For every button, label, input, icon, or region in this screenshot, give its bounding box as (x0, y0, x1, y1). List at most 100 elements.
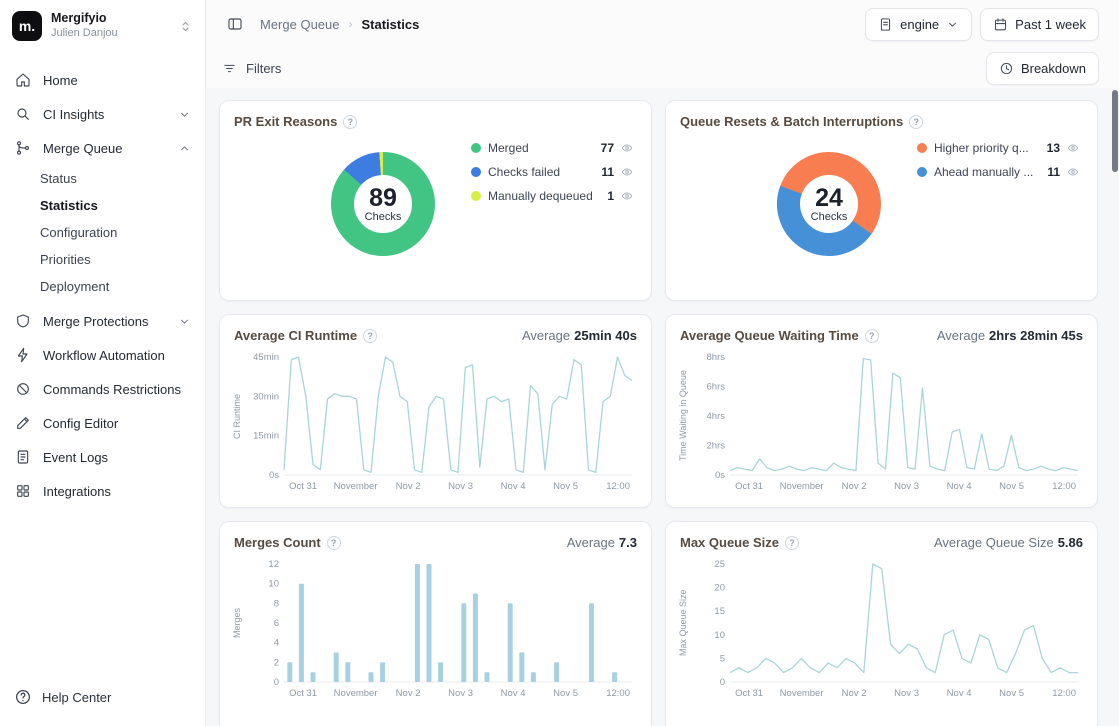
card-title: Max Queue Size ? (680, 535, 799, 550)
date-range-button[interactable]: Past 1 week (980, 8, 1099, 41)
block-icon (14, 380, 32, 398)
svg-text:5: 5 (720, 653, 725, 664)
legend-label: Higher priority q... (934, 141, 1040, 155)
sidebar-subitem-configuration[interactable]: Configuration (0, 219, 205, 246)
svg-text:0s: 0s (269, 470, 279, 481)
breadcrumb-statistics: Statistics (362, 17, 420, 32)
ci-runtime-line-chart: 0s15min30min45minOct 31NovemberNov 2Nov … (246, 351, 638, 498)
sidebar-item-workflow-automation[interactable]: Workflow Automation (0, 338, 205, 372)
date-range-label: Past 1 week (1015, 17, 1086, 32)
help-center-link[interactable]: Help Center (0, 680, 205, 714)
filters-label: Filters (246, 61, 281, 76)
merge-icon (14, 139, 32, 157)
help-icon[interactable]: ? (785, 536, 799, 550)
svg-text:Nov 2: Nov 2 (396, 481, 421, 492)
app: m. Mergifyio Julien Danjou Home CI Insigh… (0, 0, 1119, 726)
help-icon[interactable]: ? (363, 329, 377, 343)
legend-color-dot (917, 167, 927, 177)
home-icon (14, 71, 32, 89)
average-stat: Average7.3 (567, 535, 637, 550)
average-stat: Average Queue Size5.86 (934, 535, 1083, 550)
eye-icon[interactable] (621, 142, 633, 154)
card-average-queue-waiting-time: Average Queue Waiting Time ? Average2hrs… (665, 314, 1098, 508)
legend-color-dot (471, 167, 481, 177)
svg-text:2hrs: 2hrs (707, 441, 726, 452)
filters-button[interactable]: Filters (222, 61, 281, 76)
card-max-queue-size: Max Queue Size ? Average Queue Size5.86 … (665, 521, 1098, 726)
sidebar-item-commands-restrictions[interactable]: Commands Restrictions (0, 372, 205, 406)
svg-text:12:00: 12:00 (1052, 688, 1076, 699)
help-icon[interactable]: ? (343, 115, 357, 129)
engine-selector[interactable]: engine (865, 8, 972, 41)
sidebar-subitem-status[interactable]: Status (0, 165, 205, 192)
y-axis-label: Merges (232, 558, 242, 688)
breadcrumb: Merge Queue › Statistics (260, 17, 419, 32)
breakdown-button[interactable]: Breakdown (986, 52, 1099, 85)
eye-icon[interactable] (1067, 166, 1079, 178)
svg-text:4hrs: 4hrs (707, 411, 726, 422)
sidebar-item-label: Merge Protections (43, 314, 167, 329)
card-merges-count: Merges Count ? Average7.3 Merges 0246810… (219, 521, 652, 726)
card-pr-exit-reasons: PR Exit Reasons ? 89 Checks Merged77Chec… (219, 100, 652, 301)
legend-label: Merged (488, 141, 594, 155)
sidebar-item-ci-insights[interactable]: CI Insights (0, 97, 205, 131)
cards-grid: PR Exit Reasons ? 89 Checks Merged77Chec… (219, 100, 1099, 726)
legend-value: 77 (601, 141, 614, 155)
sidebar-item-label: CI Insights (43, 107, 167, 122)
sidebar-item-event-logs[interactable]: Event Logs (0, 440, 205, 474)
zap-icon (14, 346, 32, 364)
eye-icon[interactable] (621, 166, 633, 178)
svg-text:Nov 5: Nov 5 (999, 688, 1024, 699)
breadcrumb-merge-queue[interactable]: Merge Queue (260, 17, 340, 32)
sidebar-subitem-statistics[interactable]: Statistics (0, 192, 205, 219)
help-icon (14, 688, 32, 706)
average-stat: Average2hrs 28min 45s (937, 328, 1083, 343)
legend-label: Manually dequeued (488, 189, 600, 203)
sidebar-toggle-button[interactable] (222, 11, 248, 37)
shield-icon (14, 312, 32, 330)
toolbar: Filters Breakdown (206, 48, 1119, 88)
chart-legend: Merged77Checks failed11Manually dequeued… (471, 141, 633, 203)
sidebar-subitem-deployment[interactable]: Deployment (0, 273, 205, 300)
vertical-scrollbar[interactable] (1112, 90, 1118, 172)
legend-value: 11 (601, 165, 614, 179)
sidebar-item-integrations[interactable]: Integrations (0, 474, 205, 508)
svg-text:12:00: 12:00 (606, 688, 630, 699)
sidebar-item-label: Workflow Automation (43, 348, 191, 363)
sidebar-subnav: StatusStatisticsConfigurationPrioritiesD… (0, 165, 205, 304)
queue-resets-donut-chart (766, 141, 892, 267)
svg-text:Nov 4: Nov 4 (947, 481, 972, 492)
sidebar-subitem-priorities[interactable]: Priorities (0, 246, 205, 273)
help-icon[interactable]: ? (865, 329, 879, 343)
chevron-down-icon (946, 18, 959, 31)
topbar: Merge Queue › Statistics engine Past 1 w… (206, 0, 1119, 48)
sidebar-item-merge-protections[interactable]: Merge Protections (0, 304, 205, 338)
sidebar-nav: Home CI Insights Merge Queue StatusStatisti… (0, 63, 205, 508)
svg-text:6: 6 (274, 618, 279, 629)
svg-text:Nov 2: Nov 2 (396, 688, 421, 699)
eye-icon[interactable] (621, 190, 633, 202)
eye-icon[interactable] (1067, 142, 1079, 154)
merges-count-bar-chart: 024681012Oct 31NovemberNov 2Nov 3Nov 4No… (246, 558, 638, 705)
sidebar-item-merge-queue[interactable]: Merge Queue (0, 131, 205, 165)
help-icon[interactable]: ? (909, 115, 923, 129)
dashboard-content: PR Exit Reasons ? 89 Checks Merged77Chec… (206, 88, 1119, 726)
card-title: Average CI Runtime ? (234, 328, 377, 343)
svg-text:0s: 0s (715, 470, 725, 481)
logs-icon (14, 448, 32, 466)
y-axis-label: Max Queue Size (678, 558, 688, 688)
sidebar: m. Mergifyio Julien Danjou Home CI Insigh… (0, 0, 206, 726)
workspace-switcher[interactable]: m. Mergifyio Julien Danjou (0, 0, 205, 49)
svg-text:Nov 4: Nov 4 (501, 481, 526, 492)
svg-text:10: 10 (714, 630, 725, 641)
card-queue-resets: Queue Resets & Batch Interruptions ? 24 … (665, 100, 1098, 301)
puzzle-icon (14, 482, 32, 500)
card-title: PR Exit Reasons ? (234, 114, 357, 129)
sidebar-item-home[interactable]: Home (0, 63, 205, 97)
sidebar-item-label: Merge Queue (43, 141, 167, 156)
chevron-right-icon: › (349, 17, 353, 31)
updown-chevron-icon[interactable] (178, 19, 193, 34)
sidebar-item-config-editor[interactable]: Config Editor (0, 406, 205, 440)
help-icon[interactable]: ? (327, 536, 341, 550)
svg-text:November: November (334, 688, 378, 699)
